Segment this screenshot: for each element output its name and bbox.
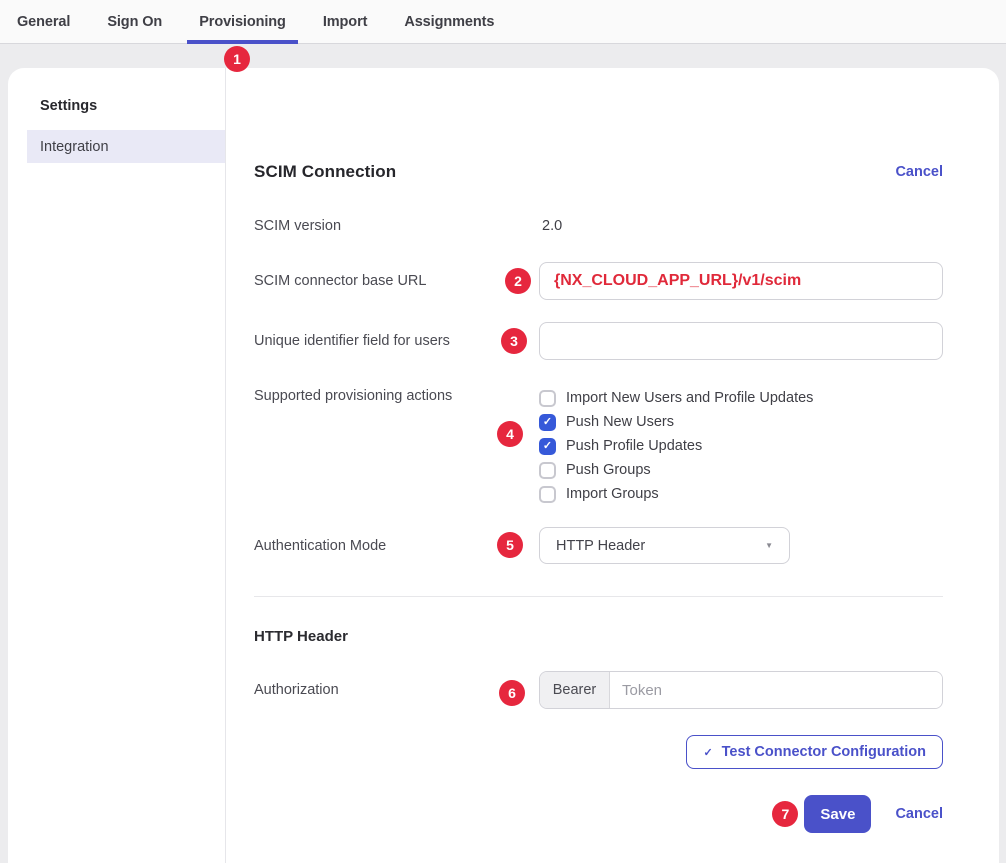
annotation-badge-1: 1 xyxy=(224,46,250,72)
checkbox-row-push-groups[interactable]: Push Groups xyxy=(539,458,943,482)
tab-general[interactable]: General xyxy=(5,0,82,43)
annotation-badge-7: 7 xyxy=(772,801,798,827)
base-url-row: SCIM connector base URL 2 xyxy=(254,262,943,300)
check-icon: ✓ xyxy=(543,417,552,428)
tab-provisioning[interactable]: Provisioning xyxy=(187,0,298,43)
annotation-badge-4: 4 xyxy=(497,421,523,447)
provisioning-actions-row: Supported provisioning actions 4 Import … xyxy=(254,386,943,506)
provisioning-actions-group: 4 Import New Users and Profile Updates ✓… xyxy=(539,386,943,506)
checkbox-unchecked-icon[interactable] xyxy=(539,486,556,503)
checkbox-row-import-groups[interactable]: Import Groups xyxy=(539,482,943,506)
test-connector-label: Test Connector Configuration xyxy=(722,744,926,760)
settings-sidebar: Settings Integration xyxy=(8,68,226,863)
check-icon: ✓ xyxy=(543,441,552,452)
http-header-section-title: HTTP Header xyxy=(254,628,943,645)
test-connector-button[interactable]: ✓ Test Connector Configuration xyxy=(686,735,943,769)
checkbox-row-push-new-users[interactable]: ✓ Push New Users xyxy=(539,410,943,434)
checkbox-unchecked-icon[interactable] xyxy=(539,390,556,407)
token-input[interactable] xyxy=(610,672,942,708)
checkbox-row-push-profile-updates[interactable]: ✓ Push Profile Updates xyxy=(539,434,943,458)
base-url-label: SCIM connector base URL xyxy=(254,273,539,289)
sidebar-heading: Settings xyxy=(8,98,225,114)
unique-identifier-label: Unique identifier field for users xyxy=(254,333,539,349)
checkbox-label: Import Groups xyxy=(566,486,659,502)
provisioning-card: Settings Integration SCIM Connection Can… xyxy=(8,68,999,863)
section-divider xyxy=(254,596,943,597)
checkbox-unchecked-icon[interactable] xyxy=(539,462,556,479)
sidebar-item-label: Integration xyxy=(40,139,109,155)
annotation-badge-3: 3 xyxy=(501,328,527,354)
tab-sign-on[interactable]: Sign On xyxy=(95,0,174,43)
scim-version-value: 2.0 xyxy=(539,218,943,234)
annotation-badge-5: 5 xyxy=(497,532,523,558)
unique-identifier-input[interactable] xyxy=(539,322,943,360)
auth-mode-row: Authentication Mode 5 HTTP Header ▼ xyxy=(254,527,943,564)
checkbox-label: Import New Users and Profile Updates xyxy=(566,390,813,406)
unique-identifier-row: Unique identifier field for users 3 xyxy=(254,322,943,360)
checkbox-checked-icon[interactable]: ✓ xyxy=(539,438,556,455)
checkbox-checked-icon[interactable]: ✓ xyxy=(539,414,556,431)
check-icon: ✓ xyxy=(703,746,712,759)
scim-version-label: SCIM version xyxy=(254,218,539,234)
chevron-down-icon: ▼ xyxy=(765,541,773,550)
base-url-input[interactable] xyxy=(539,262,943,300)
authorization-row: Authorization 6 Bearer xyxy=(254,671,943,709)
page-title: SCIM Connection xyxy=(254,162,396,182)
checkbox-label: Push Groups xyxy=(566,462,651,478)
auth-mode-select[interactable]: HTTP Header ▼ xyxy=(539,527,790,564)
checkbox-row-import-new-users[interactable]: Import New Users and Profile Updates xyxy=(539,386,943,410)
cancel-link-top[interactable]: Cancel xyxy=(895,164,943,180)
app-tab-bar: General Sign On Provisioning Import Assi… xyxy=(0,0,1006,44)
bearer-prefix: Bearer xyxy=(540,672,610,708)
sidebar-item-integration[interactable]: Integration xyxy=(27,130,225,163)
save-button[interactable]: Save xyxy=(804,795,871,833)
authorization-input-group: Bearer xyxy=(539,671,943,709)
scim-connection-panel: SCIM Connection Cancel SCIM version 2.0 … xyxy=(226,68,999,863)
checkbox-label: Push New Users xyxy=(566,414,674,430)
scim-version-row: SCIM version 2.0 xyxy=(254,218,943,234)
tab-assignments[interactable]: Assignments xyxy=(392,0,506,43)
annotation-badge-6: 6 xyxy=(499,680,525,706)
annotation-badge-2: 2 xyxy=(505,268,531,294)
authorization-label: Authorization xyxy=(254,682,539,698)
provisioning-actions-label: Supported provisioning actions xyxy=(254,386,539,404)
cancel-link-bottom[interactable]: Cancel xyxy=(895,806,943,822)
checkbox-label: Push Profile Updates xyxy=(566,438,702,454)
tab-import[interactable]: Import xyxy=(311,0,380,43)
auth-mode-selected-value: HTTP Header xyxy=(556,538,645,554)
